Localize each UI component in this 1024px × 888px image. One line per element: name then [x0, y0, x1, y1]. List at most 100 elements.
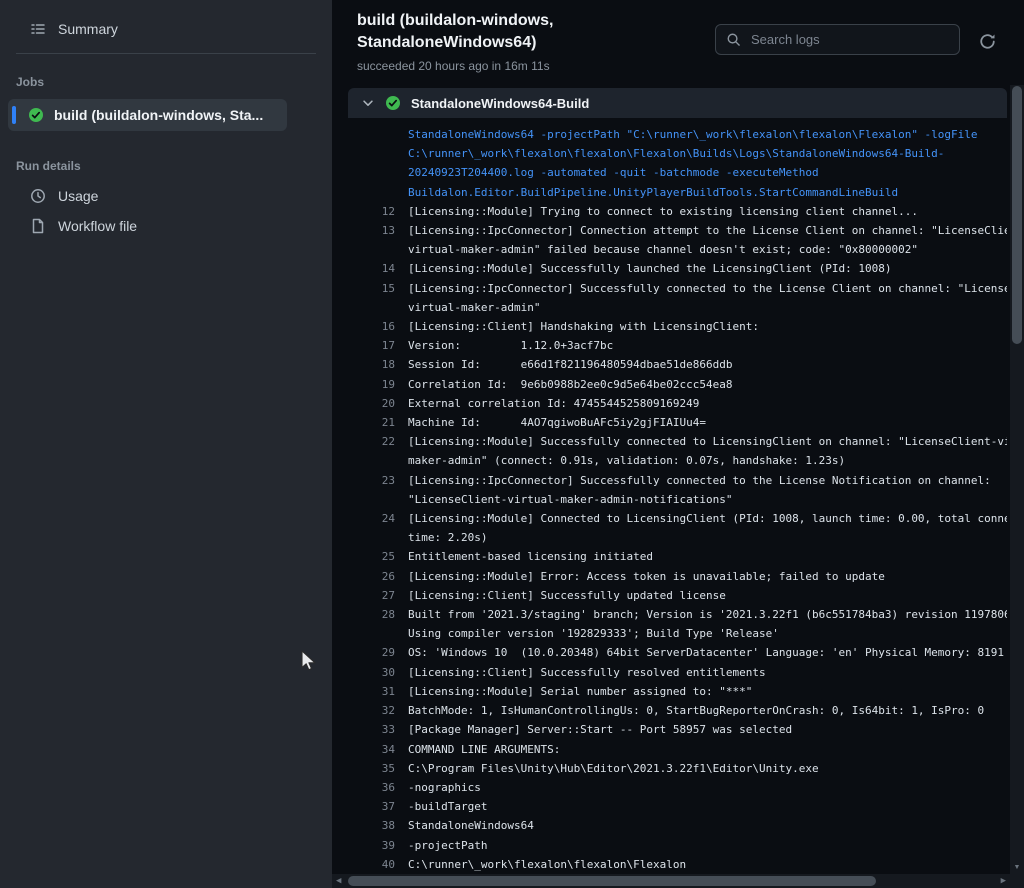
- log-line-number[interactable]: 16: [348, 317, 408, 336]
- log-line-number[interactable]: 37: [348, 797, 408, 816]
- run-details-heading: Run details: [0, 133, 332, 181]
- log-line-number[interactable]: 22: [348, 432, 408, 451]
- search-logs-box: [715, 24, 960, 55]
- log-line-number[interactable]: 26: [348, 567, 408, 586]
- log-line-number[interactable]: 30: [348, 663, 408, 682]
- log-line-number[interactable]: 34: [348, 740, 408, 759]
- log-line-text: -nographics: [408, 778, 1007, 797]
- log-line-text: [Licensing::Module] Serial number assign…: [408, 682, 1007, 701]
- log-line-text: [Licensing::IpcConnector] Successfully c…: [408, 471, 1007, 490]
- log-line-number[interactable]: 40: [348, 855, 408, 874]
- log-line-number[interactable]: 38: [348, 816, 408, 835]
- log-line: 31 [Licensing::Module] Serial number ass…: [348, 682, 1007, 701]
- sidebar-item-workflow-file[interactable]: Workflow file: [8, 211, 324, 241]
- log-line: 39 -projectPath: [348, 836, 1007, 855]
- log-line-number[interactable]: [348, 144, 408, 163]
- log-line-text: BatchMode: 1, IsHumanControllingUs: 0, S…: [408, 701, 1007, 720]
- log-line-number[interactable]: 31: [348, 682, 408, 701]
- log-body: StandaloneWindows64 -projectPath "C:\run…: [348, 118, 1007, 874]
- log-line-number[interactable]: 21: [348, 413, 408, 432]
- log-line-number[interactable]: [348, 528, 408, 547]
- active-job-indicator: [12, 106, 16, 124]
- log-line-number[interactable]: [348, 490, 408, 509]
- scroll-right-arrow-icon[interactable]: ▶: [1001, 878, 1006, 885]
- page-title-line2: StandaloneWindows64): [357, 32, 553, 54]
- step-success-check-icon: [385, 95, 401, 111]
- job-label: build (buildalon-windows, Sta...: [54, 107, 263, 123]
- log-line-number[interactable]: 32: [348, 701, 408, 720]
- log-line-number[interactable]: [348, 183, 408, 202]
- log-line-number[interactable]: 17: [348, 336, 408, 355]
- log-line: 13 [Licensing::IpcConnector] Connection …: [348, 221, 1007, 240]
- chevron-down-icon: [361, 96, 375, 110]
- log-line: 25 Entitlement-based licensing initiated: [348, 547, 1007, 566]
- log-line-number[interactable]: 29: [348, 643, 408, 662]
- log-line-number[interactable]: 39: [348, 836, 408, 855]
- log-line-text: [Licensing::Module] Connected to Licensi…: [408, 509, 1007, 528]
- log-line: 26 [Licensing::Module] Error: Access tok…: [348, 567, 1007, 586]
- log-line-text: Version: 1.12.0+3acf7bc: [408, 336, 1007, 355]
- log-line-number[interactable]: 19: [348, 375, 408, 394]
- refresh-logs-button[interactable]: [976, 30, 998, 52]
- scroll-left-arrow-icon[interactable]: ◀: [336, 878, 341, 885]
- log-line-number[interactable]: 12: [348, 202, 408, 221]
- log-line-number[interactable]: 36: [348, 778, 408, 797]
- log-line-text: Correlation Id: 9e6b0988b2ee0c9d5e64be02…: [408, 375, 1007, 394]
- log-line-number[interactable]: 28: [348, 605, 408, 624]
- log-line-number[interactable]: 15: [348, 279, 408, 298]
- page-title-line1: build (buildalon-windows,: [357, 10, 553, 32]
- log-line: 35 C:\Program Files\Unity\Hub\Editor\202…: [348, 759, 1007, 778]
- log-line-text: External correlation Id: 474554452580916…: [408, 394, 1007, 413]
- log-line-number[interactable]: [348, 125, 408, 144]
- vertical-scrollbar[interactable]: ▼: [1010, 85, 1024, 874]
- log-line: 28 Built from '2021.3/staging' branch; V…: [348, 605, 1007, 624]
- log-line-number[interactable]: 23: [348, 471, 408, 490]
- workflow-run-page: Summary Jobs build (buildalon-windows, S…: [0, 0, 1024, 888]
- log-line-text: [Licensing::Module] Error: Access token …: [408, 567, 1007, 586]
- log-line-number[interactable]: [348, 163, 408, 182]
- refresh-icon: [979, 33, 996, 50]
- log-line: 19 Correlation Id: 9e6b0988b2ee0c9d5e64b…: [348, 375, 1007, 394]
- sidebar-item-summary[interactable]: Summary: [8, 14, 324, 44]
- log-line: 36 -nographics: [348, 778, 1007, 797]
- log-line-text: Buildalon.Editor.BuildPipeline.UnityPlay…: [408, 183, 1007, 202]
- horizontal-scrollbar-thumb[interactable]: [348, 876, 876, 886]
- log-line-text: [Licensing::Module] Trying to connect to…: [408, 202, 1007, 221]
- log-line-text: StandaloneWindows64: [408, 816, 1007, 835]
- log-line-text: OS: 'Windows 10 (10.0.20348) 64bit Serve…: [408, 643, 1007, 662]
- log-line-text: [Package Manager] Server::Start -- Port …: [408, 720, 1007, 739]
- log-line: 18 Session Id: e66d1f821196480594dbae51d…: [348, 355, 1007, 374]
- log-line-number[interactable]: [348, 240, 408, 259]
- log-line: 37 -buildTarget: [348, 797, 1007, 816]
- workflow-file-label: Workflow file: [58, 218, 137, 234]
- log-line-number[interactable]: 33: [348, 720, 408, 739]
- log-group-header[interactable]: StandaloneWindows64-Build: [348, 88, 1007, 118]
- log-line-number[interactable]: [348, 451, 408, 470]
- log-line-number[interactable]: 35: [348, 759, 408, 778]
- log-line-number[interactable]: 24: [348, 509, 408, 528]
- log-line-number[interactable]: 14: [348, 259, 408, 278]
- scroll-down-arrow-icon[interactable]: ▼: [1014, 864, 1021, 871]
- log-line-text: [Licensing::Client] Successfully updated…: [408, 586, 1007, 605]
- vertical-scrollbar-thumb[interactable]: [1012, 86, 1022, 344]
- sidebar-item-job-build[interactable]: build (buildalon-windows, Sta...: [8, 99, 287, 131]
- log-line: StandaloneWindows64 -projectPath "C:\run…: [348, 125, 1007, 144]
- log-line: 38 StandaloneWindows64: [348, 816, 1007, 835]
- horizontal-scrollbar[interactable]: ◀ ▶: [332, 874, 1010, 888]
- log-line-number[interactable]: 18: [348, 355, 408, 374]
- log-line-text: maker-admin" (connect: 0.91s, validation…: [408, 451, 1007, 470]
- log-line: 20240923T204400.log -automated -quit -ba…: [348, 163, 1007, 182]
- log-line-text: COMMAND LINE ARGUMENTS:: [408, 740, 1007, 759]
- log-line-number[interactable]: 25: [348, 547, 408, 566]
- log-line-number[interactable]: [348, 298, 408, 317]
- log-line-number[interactable]: 27: [348, 586, 408, 605]
- sidebar-item-usage[interactable]: Usage: [8, 181, 324, 211]
- run-status-text: succeeded 20 hours ago in 16m 11s: [357, 59, 550, 73]
- search-logs-input[interactable]: [749, 31, 949, 48]
- log-line-number[interactable]: 20: [348, 394, 408, 413]
- log-line: 16 [Licensing::Client] Handshaking with …: [348, 317, 1007, 336]
- log-line: 29 OS: 'Windows 10 (10.0.20348) 64bit Se…: [348, 643, 1007, 662]
- log-line-number[interactable]: 13: [348, 221, 408, 240]
- log-line-number[interactable]: [348, 624, 408, 643]
- log-line: 24 [Licensing::Module] Connected to Lice…: [348, 509, 1007, 528]
